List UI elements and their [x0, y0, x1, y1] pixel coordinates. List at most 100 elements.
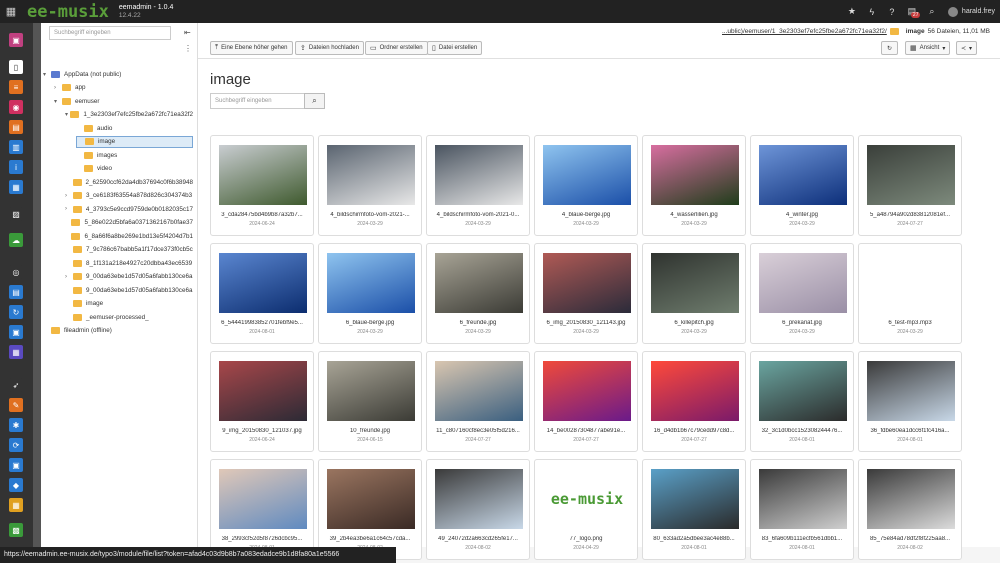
file-card[interactable]: 85_75e84ad78df2f8f225aa8... 2024-08-02: [858, 459, 962, 560]
tree-node[interactable]: ▾ AppData (not public): [43, 68, 193, 80]
file-card[interactable]: 11_c807160cf8ec3e05f5d216... 2024-07-27: [426, 351, 530, 452]
file-thumbnail[interactable]: [867, 361, 955, 421]
tree-node[interactable]: _eemuser-processed_: [65, 311, 193, 323]
file-thumbnail[interactable]: [867, 469, 955, 529]
tree-node[interactable]: images: [76, 149, 193, 161]
tree-node[interactable]: › 3_ce6183f63554a878d826c304374b3: [65, 190, 193, 202]
file-card[interactable]: 38_2993cf52d5f8726dcbc95...2024-08-01: [210, 459, 314, 560]
tree-toggle-icon[interactable]: ▾: [43, 71, 51, 78]
system-info-icon[interactable]: ▤ 27: [902, 0, 922, 23]
tree-node[interactable]: 5_86e022d5bfa6a0371362167b0fae37: [65, 217, 193, 229]
file-thumbnail[interactable]: [651, 361, 739, 421]
file-card[interactable]: 4_bildschirmfoto-vom-2021-0... 2024-03-29: [426, 135, 530, 236]
reload-button[interactable]: ↻: [881, 41, 898, 55]
module-scrollbar[interactable]: [33, 23, 41, 547]
tree-toggle-icon[interactable]: ›: [65, 274, 73, 280]
info-icon[interactable]: i: [9, 160, 23, 174]
tree-node[interactable]: 7_9c786c67babb5a1f17dce373f0cb5c: [65, 244, 193, 256]
file-thumbnail[interactable]: [543, 253, 631, 313]
file-thumbnail[interactable]: [759, 253, 847, 313]
reports-icon[interactable]: ▦: [9, 498, 23, 512]
file-thumbnail[interactable]: [327, 361, 415, 421]
tree-node[interactable]: 6_8a66f6a8be269e1bd13e5f4204d7b1: [65, 230, 193, 242]
logo[interactable]: ee-musix: [27, 2, 109, 22]
tree-node[interactable]: 2_62590ccf62da4db37694c0f6b38948: [65, 176, 193, 188]
file-thumbnail[interactable]: ee-musix: [543, 469, 631, 529]
file-thumbnail[interactable]: [543, 145, 631, 205]
file-card[interactable]: 6_prekariat.jpg 2024-03-29: [750, 243, 854, 344]
tree-toggle-icon[interactable]: ›: [65, 206, 73, 212]
tree-toggle-icon[interactable]: ›: [54, 85, 62, 91]
tree-search-input[interactable]: Suchbegriff eingeben: [49, 26, 171, 40]
breadcrumb-path[interactable]: ...ublic)/eemuser/1_3e2303ef7efc25fbe2a6…: [722, 28, 887, 35]
collapse-icon[interactable]: ⇤: [184, 28, 191, 37]
tree-node[interactable]: › 4_3793c5e9ccd9759de0b0182035c17: [65, 203, 193, 215]
search-icon[interactable]: ⌕: [922, 0, 942, 23]
report-icon[interactable]: ▦: [9, 180, 23, 194]
file-card[interactable]: ee-musix 77_logo.png 2024-04-29: [534, 459, 638, 560]
settings-icon[interactable]: ✱: [9, 418, 23, 432]
file-thumbnail[interactable]: [435, 145, 523, 205]
file-card[interactable]: 4_blaue-berge.jpg 2024-03-29: [534, 135, 638, 236]
tree-node[interactable]: ▾ eemuser: [54, 95, 193, 107]
file-card[interactable]: 4_winter.jpg 2024-03-29: [750, 135, 854, 236]
tree-node[interactable]: video: [76, 163, 193, 175]
file-card[interactable]: 9_img_20150830_121037.jpg 2024-06-24: [210, 351, 314, 452]
file-thumbnail[interactable]: [327, 253, 415, 313]
search-button[interactable]: ⌕: [304, 93, 325, 109]
image-icon[interactable]: ▨: [9, 207, 23, 221]
file-search-input[interactable]: Suchbegriff eingeben: [210, 93, 305, 109]
level-up-button[interactable]: ⤒ Eine Ebene höher gehen: [210, 41, 293, 55]
new-file-button[interactable]: ▯ Datei erstellen: [427, 41, 483, 55]
file-thumbnail[interactable]: [651, 145, 739, 205]
tree-node[interactable]: 9_00da63ebe1d57d05a6fabb130ce6a: [65, 284, 193, 296]
bookmark-star-icon[interactable]: ★: [842, 0, 862, 23]
tree-node[interactable]: image: [76, 135, 193, 148]
filelist-icon[interactable]: ☁: [9, 233, 23, 247]
template-icon[interactable]: ▤: [9, 285, 23, 299]
file-thumbnail[interactable]: [327, 469, 415, 529]
apps-menu-icon[interactable]: ▦: [0, 0, 22, 23]
list-icon[interactable]: ≡: [9, 80, 23, 94]
tree-node[interactable]: fileadmin (offline): [43, 325, 193, 337]
wrench-icon[interactable]: ✎: [9, 398, 23, 412]
tree-toggle-icon[interactable]: ›: [65, 193, 73, 199]
file-thumbnail[interactable]: [651, 469, 739, 529]
dashboard-icon[interactable]: ▣: [9, 33, 23, 47]
flash-icon[interactable]: ϟ: [862, 0, 882, 23]
file-card[interactable]: 3_cda28475bd4b9b87a32b7... 2024-06-24: [210, 135, 314, 236]
file-card[interactable]: 6_killepitch.jpg 2024-03-29: [642, 243, 746, 344]
file-card[interactable]: 4_wasserlilien.jpg 2024-03-29: [642, 135, 746, 236]
file-card[interactable]: 10_freunde.jpg 2024-06-15: [318, 351, 422, 452]
user-name[interactable]: harald.frey: [962, 8, 995, 15]
rocket-icon[interactable]: ➶: [9, 378, 23, 392]
file-thumbnail[interactable]: [867, 145, 955, 205]
file-thumbnail[interactable]: [543, 361, 631, 421]
file-thumbnail[interactable]: [759, 469, 847, 529]
file-thumbnail[interactable]: [219, 145, 307, 205]
new-folder-button[interactable]: ▭ Ordner erstellen: [365, 41, 428, 55]
permissions-icon[interactable]: ◆: [9, 478, 23, 492]
tree-node[interactable]: audio: [76, 122, 193, 134]
refresh-icon[interactable]: ↻: [9, 305, 23, 319]
globe-icon[interactable]: ◎: [9, 265, 23, 279]
file-card[interactable]: 80_633ad2a5dbee3ac4e88b... 2024-08-01: [642, 459, 746, 560]
page-icon[interactable]: ▯: [9, 60, 23, 74]
file-card[interactable]: 32_3c1d0bcc152308244476... 2024-08-01: [750, 351, 854, 452]
schedule-icon[interactable]: ▣: [9, 325, 23, 339]
file-thumbnail[interactable]: [219, 361, 307, 421]
file-card[interactable]: 6_img_20150830_121143.jpg 2024-03-29: [534, 243, 638, 344]
file-card[interactable]: 4_bildschirmfoto-vom-2021-... 2024-03-29: [318, 135, 422, 236]
file-card[interactable]: 6_544419983852701febf9e5... 2024-08-01: [210, 243, 314, 344]
share-button[interactable]: ≺ ▾: [956, 41, 978, 55]
file-card[interactable]: 6_freunde.jpg 2024-03-29: [426, 243, 530, 344]
upload-button[interactable]: ⇪ Dateien hochladen: [295, 41, 364, 55]
help-icon[interactable]: ?: [882, 0, 902, 23]
backend-users-icon[interactable]: ▣: [9, 458, 23, 472]
workspace-icon[interactable]: ▥: [9, 140, 23, 154]
file-thumbnail[interactable]: [867, 253, 955, 313]
file-card[interactable]: 6_test-mp3.mp3 2024-03-29: [858, 243, 962, 344]
file-thumbnail[interactable]: [435, 361, 523, 421]
form-icon[interactable]: ▤: [9, 120, 23, 134]
tree-node[interactable]: image: [65, 298, 193, 310]
